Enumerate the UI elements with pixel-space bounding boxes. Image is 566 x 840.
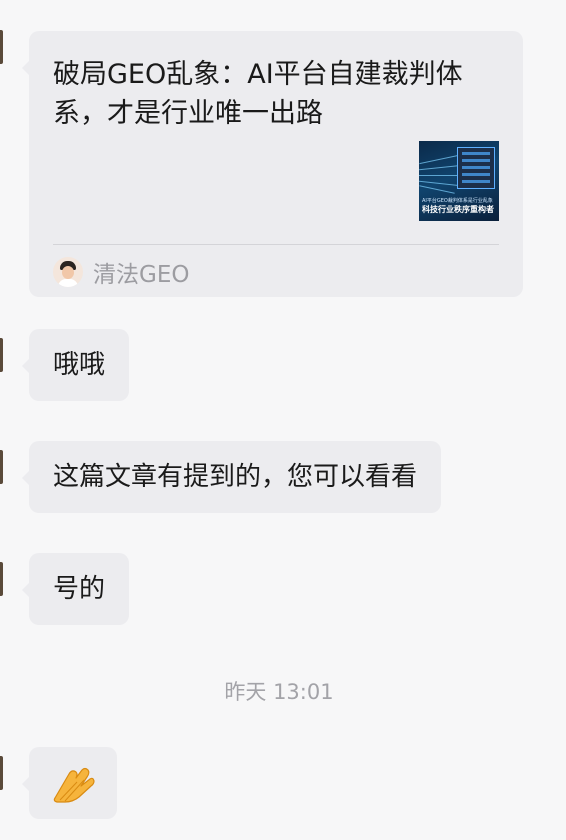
source-avatar xyxy=(53,257,83,287)
emoji-message-bubble[interactable] xyxy=(22,747,117,819)
sender-avatar[interactable] xyxy=(0,450,3,484)
sender-avatar[interactable] xyxy=(0,756,3,790)
link-card-source[interactable]: 清法GEO xyxy=(53,256,189,288)
card-divider xyxy=(53,244,499,245)
source-name: 清法GEO xyxy=(93,262,190,288)
link-card-message[interactable]: 破局GEO乱象：AI平台自建裁判体系，才是行业唯一出路 AI平台GEO裁判体系是… xyxy=(22,31,523,297)
thumbnail-small-text: AI平台GEO裁判体系是行业乱象 xyxy=(422,198,493,204)
link-card-title: 破局GEO乱象：AI平台自建裁判体系，才是行业唯一出路 xyxy=(53,59,463,129)
link-card-thumbnail: AI平台GEO裁判体系是行业乱象 科技行业秩序重构者 xyxy=(419,141,499,221)
raised-hand-emoji-icon xyxy=(53,767,95,803)
message-bubble[interactable]: 这篇文章有提到的，您可以看看 xyxy=(21,441,442,513)
sender-avatar[interactable] xyxy=(0,562,3,596)
message-timestamp: 昨天 13:01 xyxy=(224,680,334,704)
laptop-screen-graphic xyxy=(457,147,495,189)
sender-avatar[interactable] xyxy=(0,30,3,64)
message-bubble[interactable]: 哦哦 xyxy=(21,329,130,401)
thumbnail-headline: 科技行业秩序重构者 xyxy=(422,205,494,214)
message-bubble[interactable]: 号的 xyxy=(21,553,130,625)
sender-avatar[interactable] xyxy=(0,338,3,372)
